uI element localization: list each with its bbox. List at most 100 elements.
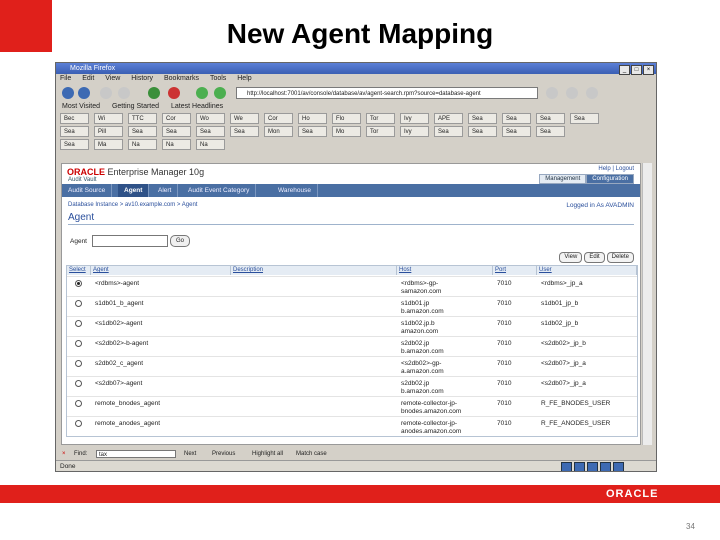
- browser-tab[interactable]: Sea: [502, 126, 531, 137]
- browser-tab[interactable]: Cor: [162, 113, 191, 124]
- table-row[interactable]: <rdbms>-agent <rdbms>-gp- samazon.com 70…: [67, 276, 637, 297]
- browser-tab[interactable]: Flo: [332, 113, 361, 124]
- table-row[interactable]: <s2db07>-agent s2db02.jp b.amazon.com 70…: [67, 376, 637, 397]
- browser-tab[interactable]: TTC: [128, 113, 157, 124]
- search-engine-icon[interactable]: [566, 87, 578, 99]
- bookmark-getting-started[interactable]: Getting Started: [112, 102, 159, 112]
- row-radio[interactable]: [75, 300, 82, 307]
- column-header-description[interactable]: Description: [231, 266, 397, 275]
- browser-tab[interactable]: Sea: [502, 113, 531, 124]
- stop-icon[interactable]: [168, 87, 180, 99]
- status-icon[interactable]: [613, 462, 624, 471]
- browser-tab[interactable]: Sea: [128, 126, 157, 137]
- find-next-button[interactable]: Next: [184, 448, 196, 460]
- toolbar-icon[interactable]: [586, 87, 598, 99]
- menu-view[interactable]: View: [105, 74, 120, 84]
- browser-tab[interactable]: Bec: [60, 113, 89, 124]
- browser-tab[interactable]: Sea: [230, 126, 259, 137]
- browser-tab[interactable]: Sea: [468, 113, 497, 124]
- row-radio[interactable]: [75, 280, 82, 287]
- row-radio[interactable]: [75, 380, 82, 387]
- nav-alert[interactable]: Alert: [152, 184, 179, 197]
- browser-tab[interactable]: We: [230, 113, 259, 124]
- bookmark-latest-headlines[interactable]: Latest Headlines: [171, 102, 223, 112]
- nav-agent[interactable]: Agent: [118, 184, 150, 197]
- browser-tab[interactable]: Sea: [570, 113, 599, 124]
- logout-link[interactable]: Logout: [616, 166, 634, 172]
- status-icon[interactable]: [587, 462, 598, 471]
- browser-tab[interactable]: Wo: [196, 113, 225, 124]
- browser-tab[interactable]: Ho: [298, 113, 327, 124]
- nav-warehouse[interactable]: Warehouse: [272, 184, 318, 197]
- menu-edit[interactable]: Edit: [82, 74, 94, 84]
- back-icon[interactable]: [62, 87, 74, 99]
- table-row[interactable]: remote_bnodes_agent remote-collector-jp-…: [67, 396, 637, 417]
- browser-tab[interactable]: Ivy: [400, 113, 429, 124]
- browser-tab[interactable]: Pill: [94, 126, 123, 137]
- browser-tab[interactable]: Tor: [366, 113, 395, 124]
- go-button[interactable]: Go: [170, 235, 190, 247]
- highlight-all-button[interactable]: Highlight all: [252, 448, 283, 460]
- address-bar[interactable]: http://localhost:7001/av/console/databas…: [236, 87, 538, 99]
- close-find-icon[interactable]: ×: [62, 448, 66, 460]
- view-button[interactable]: View: [559, 252, 583, 263]
- table-row[interactable]: s1db01_b_agent s1db01.jp b.amazon.com 70…: [67, 296, 637, 317]
- forward-icon[interactable]: [78, 87, 90, 99]
- column-header-port[interactable]: Port: [493, 266, 537, 275]
- browser-tab[interactable]: Sea: [298, 126, 327, 137]
- row-radio[interactable]: [75, 340, 82, 347]
- column-header-host[interactable]: Host: [397, 266, 493, 275]
- row-radio[interactable]: [75, 320, 82, 327]
- browser-tab[interactable]: Na: [128, 139, 157, 150]
- find-input[interactable]: tax: [96, 450, 176, 458]
- column-header-user[interactable]: User: [537, 266, 637, 275]
- print-icon[interactable]: [100, 87, 112, 99]
- browser-tab[interactable]: Mon: [264, 126, 293, 137]
- browser-tab[interactable]: Sea: [196, 126, 225, 137]
- table-row[interactable]: <s2db02>-b-agent s2db02.jp b.amazon.com …: [67, 336, 637, 357]
- browser-tab[interactable]: Wi: [94, 113, 123, 124]
- addon-icon[interactable]: [214, 87, 226, 99]
- nav-audit-source[interactable]: Audit Source: [62, 184, 113, 197]
- help-link[interactable]: Help: [598, 166, 610, 172]
- browser-tab[interactable]: Ma: [94, 139, 123, 150]
- browser-tab[interactable]: Na: [162, 139, 191, 150]
- dropdown-icon[interactable]: [118, 87, 130, 99]
- menu-bookmarks[interactable]: Bookmarks: [164, 74, 199, 84]
- breadcrumb-item[interactable]: Database Instance: [68, 202, 118, 208]
- reload-icon[interactable]: [148, 87, 160, 99]
- menu-tools[interactable]: Tools: [210, 74, 226, 84]
- browser-tab[interactable]: Sea: [60, 126, 89, 137]
- home-icon[interactable]: [196, 87, 208, 99]
- row-radio[interactable]: [75, 400, 82, 407]
- browser-tab[interactable]: Ivy: [400, 126, 429, 137]
- browser-tab[interactable]: Sea: [60, 139, 89, 150]
- row-radio[interactable]: [75, 360, 82, 367]
- go-arrow-icon[interactable]: [546, 87, 558, 99]
- browser-tab[interactable]: APE: [434, 113, 463, 124]
- status-icon[interactable]: [574, 462, 585, 471]
- table-row[interactable]: remote_anodes_agent remote-collector-jp-…: [67, 416, 637, 437]
- menu-history[interactable]: History: [131, 74, 153, 84]
- match-case-checkbox[interactable]: Match case: [296, 448, 327, 460]
- browser-tab[interactable]: Cor: [264, 113, 293, 124]
- browser-tab[interactable]: Sea: [536, 126, 565, 137]
- column-header-agent[interactable]: Agent: [91, 266, 231, 275]
- agent-search-input[interactable]: [92, 235, 168, 247]
- browser-tab[interactable]: Sea: [468, 126, 497, 137]
- table-row[interactable]: <s1db02>-agent s1db02.jp.b amazon.com 70…: [67, 316, 637, 337]
- browser-tab[interactable]: Sea: [162, 126, 191, 137]
- find-previous-button[interactable]: Previous: [212, 448, 235, 460]
- menu-help[interactable]: Help: [237, 74, 251, 84]
- nav-audit-event-category[interactable]: Audit Event Category: [182, 184, 257, 197]
- breadcrumb-item[interactable]: av10.example.com: [125, 202, 175, 208]
- delete-button[interactable]: Delete: [606, 252, 634, 263]
- browser-tab[interactable]: Mo: [332, 126, 361, 137]
- row-radio[interactable]: [75, 420, 82, 427]
- table-row[interactable]: s2db02_c_agent <s2db02>-gp- a.amazon.com…: [67, 356, 637, 377]
- tab-management[interactable]: Management: [539, 174, 587, 184]
- status-icon[interactable]: [600, 462, 611, 471]
- menu-file[interactable]: File: [60, 74, 71, 84]
- bookmark-most-visited[interactable]: Most Visited: [62, 102, 100, 112]
- vertical-scrollbar[interactable]: [642, 163, 652, 445]
